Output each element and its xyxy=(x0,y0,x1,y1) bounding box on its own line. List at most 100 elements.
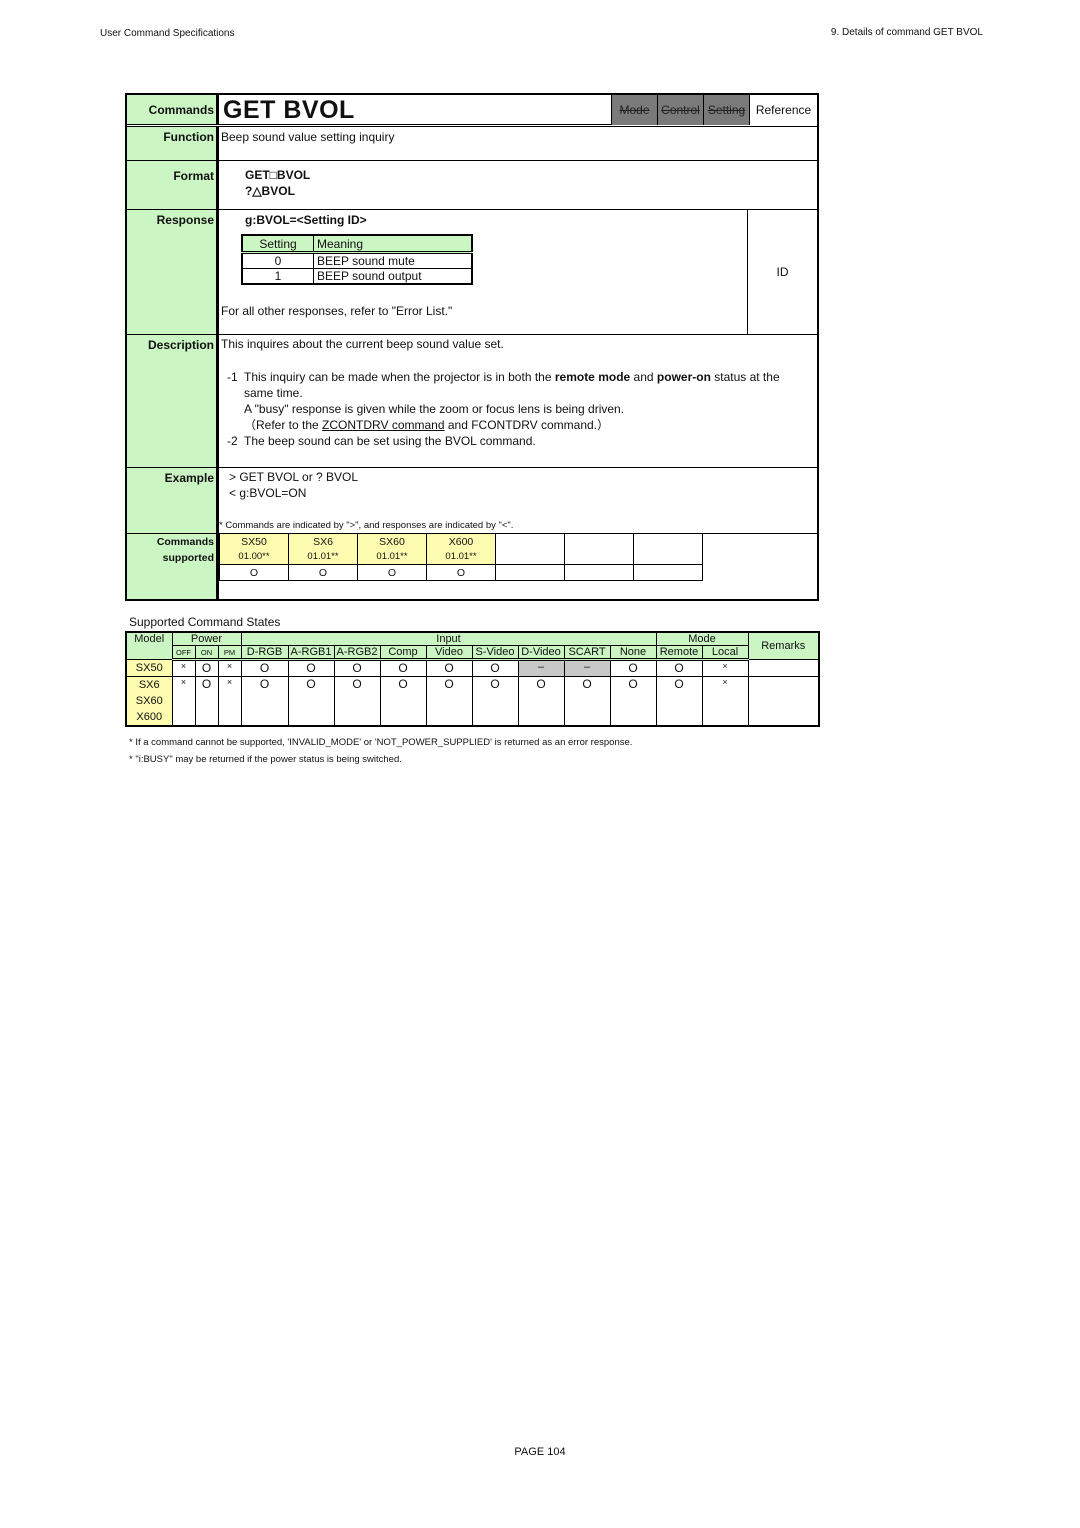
support-mark xyxy=(495,564,565,581)
bold-power-on: power-on xyxy=(656,370,711,384)
format-line-query: ?△BVOL xyxy=(245,184,295,198)
remarks-cell xyxy=(747,676,820,727)
mode-cells: Mode Control Setting Reference xyxy=(611,95,817,125)
setting-header: Setting xyxy=(241,234,314,254)
state-cell: O xyxy=(425,659,473,677)
state-cell: O xyxy=(194,659,219,677)
format-line-get: GET□BVOL xyxy=(245,168,311,182)
state-cell: O xyxy=(517,676,565,727)
remarks-header: Remarks xyxy=(747,631,820,660)
page-number: PAGE 104 xyxy=(514,1446,566,1458)
model-name: SX50 xyxy=(127,660,172,676)
description-intro: This inquires about the current beep sou… xyxy=(221,337,504,351)
table-row: SX6 SX60 X600 × O × O O O O O O O O O O × xyxy=(125,676,820,727)
setting-cell: Setting xyxy=(703,95,749,125)
example-row: Example > GET BVOL or ? BVOL < g:BVOL=ON… xyxy=(127,468,817,534)
example-command: > GET BVOL or ? BVOL xyxy=(229,470,359,484)
version-cell xyxy=(495,549,565,565)
model-cell xyxy=(564,534,634,549)
state-cell: × xyxy=(701,676,749,727)
support-mark: O xyxy=(426,564,496,581)
state-cell: O xyxy=(333,659,381,677)
state-cell: O xyxy=(471,659,519,677)
input-col-none: None xyxy=(609,645,657,661)
input-header: Input xyxy=(240,631,657,646)
version-cell: 01.01** xyxy=(426,549,496,565)
model-name: SX6 xyxy=(127,677,172,693)
page-header-right: 9. Details of command GET BVOL xyxy=(830,27,983,38)
supported-states-title: Supported Command States xyxy=(129,615,281,629)
input-col-a-rgb2: A-RGB2 xyxy=(333,645,381,661)
state-cell: O xyxy=(655,659,703,677)
reference-cell: Reference xyxy=(749,95,817,125)
mode-header: Mode xyxy=(655,631,749,646)
model-cell: SX50 xyxy=(125,659,173,677)
meaning-header: Meaning xyxy=(313,234,473,254)
state-cell: O xyxy=(333,676,381,727)
remarks-cell xyxy=(747,659,820,677)
state-cell: × xyxy=(217,676,242,727)
label-line: Commands xyxy=(156,536,214,548)
meaning-value: BEEP sound mute xyxy=(313,252,473,269)
response-id-label: ID xyxy=(776,265,789,279)
bold-remote-mode: remote mode xyxy=(554,370,631,384)
model-name: X600 xyxy=(127,709,172,725)
state-cell: O xyxy=(287,676,335,727)
state-cell: × xyxy=(217,659,242,677)
text: and xyxy=(630,370,657,384)
description-item-2: -2 The beep sound can be set using the B… xyxy=(227,433,807,449)
model-cell xyxy=(633,534,703,549)
state-cell: O xyxy=(609,676,657,727)
model-cell: SX6 xyxy=(288,534,358,549)
supported-states-table: Model Power Input Mode Remarks OFF ON PM D-… xyxy=(125,631,820,727)
table-row: SX50 × O × O O O O O O – – O O × xyxy=(125,659,820,677)
state-cell: O xyxy=(609,659,657,677)
text: and FCONTDRV command.） xyxy=(444,418,610,432)
label-response: Response xyxy=(127,210,219,334)
label-commands: Commands xyxy=(127,95,219,124)
input-col-s-video: S-Video xyxy=(471,645,519,661)
state-cell: × xyxy=(171,659,196,677)
note-line: * If a command cannot be supported, 'INV… xyxy=(129,737,633,748)
support-mark xyxy=(564,564,634,581)
commands-supported-row: Commands supported SX50 SX6 SX60 X600 01… xyxy=(127,534,817,599)
version-cell: 01.00** xyxy=(219,549,289,565)
version-cell xyxy=(564,549,634,565)
state-cell: O xyxy=(240,676,289,727)
busy-note: A "busy" response is given while the zoo… xyxy=(244,402,625,416)
power-col-off: OFF xyxy=(171,645,196,661)
label-line: supported xyxy=(162,552,214,564)
support-mark: O xyxy=(357,564,427,581)
mode-col-local: Local xyxy=(701,645,749,661)
state-cell: O xyxy=(563,676,611,727)
model-cell xyxy=(495,534,565,549)
item-number: -1 xyxy=(227,370,238,384)
version-cell: 01.01** xyxy=(288,549,358,565)
text: （Refer to the xyxy=(244,418,323,432)
response-command: g:BVOL=<Setting ID> xyxy=(245,213,367,227)
setting-value: 1 xyxy=(241,268,314,285)
mode-cell: Mode xyxy=(611,95,657,125)
label-example: Example xyxy=(127,468,219,533)
page-header-left: User Command Specifications xyxy=(100,28,235,39)
input-col-d-rgb: D-RGB xyxy=(240,645,289,661)
zcontdrv-link[interactable]: ZCONTDRV command xyxy=(322,418,444,432)
input-col-video: Video xyxy=(425,645,473,661)
power-col-pm: PM xyxy=(217,645,242,661)
supported-grid: SX50 SX6 SX60 X600 01.00** 01.01** 01.01… xyxy=(219,534,703,581)
command-title: GET BVOL xyxy=(223,96,355,124)
state-cell: – xyxy=(563,659,611,677)
state-cell: O xyxy=(655,676,703,727)
state-cell: – xyxy=(517,659,565,677)
item-text: The beep sound can be set using the BVOL… xyxy=(244,434,536,448)
support-mark xyxy=(633,564,703,581)
meaning-value: BEEP sound output xyxy=(313,268,473,285)
note-line: * "i:BUSY" may be returned if the power … xyxy=(129,754,402,765)
text: This inquiry can be made when the projec… xyxy=(244,370,555,384)
mode-col-remote: Remote xyxy=(655,645,703,661)
control-cell: Control xyxy=(657,95,703,125)
table-row: 1 BEEP sound output xyxy=(241,268,473,285)
states-notes: * If a command cannot be supported, 'INV… xyxy=(129,734,632,768)
state-cell: × xyxy=(171,676,196,727)
description-item-1: -1 This inquiry can be made when the pro… xyxy=(227,369,807,433)
